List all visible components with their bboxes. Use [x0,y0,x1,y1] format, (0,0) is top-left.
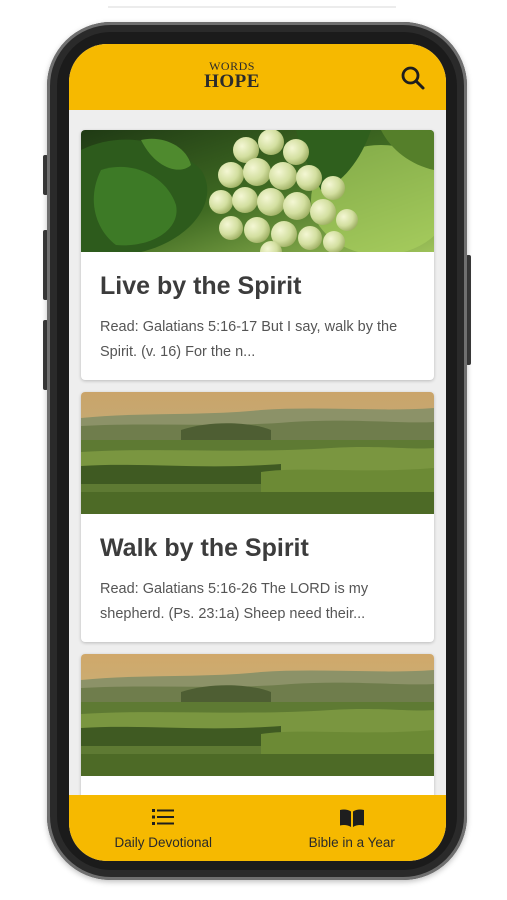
nav-label: Bible in a Year [308,835,395,850]
app-screen: WORDS HOPE Live by the Spirit Read: Gala… [69,44,446,861]
green-landscape-photo [81,392,434,514]
bottom-navigation: Daily Devotional Bible in a Year [69,795,446,861]
words-of-hope-logo[interactable]: WORDS HOPE [202,60,262,92]
devotional-card[interactable]: Live by the Spirit Read: Galatians 5:16-… [81,130,434,380]
devotional-card[interactable]: Walk by the Spirit Read: Galatians 5:16-… [81,392,434,642]
logo-bottom-text: HOPE [204,71,260,92]
nav-bible-in-a-year[interactable]: Bible in a Year [258,795,447,861]
list-icon [152,809,175,825]
search-button[interactable] [399,64,427,92]
grapes-vine-photo [81,130,434,252]
nav-label: Daily Devotional [114,835,213,850]
app-header: WORDS HOPE [69,44,446,110]
devotional-excerpt: Read: Galatians 5:16-17 But I say, walk … [100,319,398,360]
green-landscape-photo [81,654,434,776]
devotional-title[interactable]: Live by the Spirit [100,272,301,301]
devotional-title[interactable]: Walk by the Spirit [100,534,309,563]
search-icon [401,66,425,90]
top-divider [108,6,396,8]
nav-daily-devotional[interactable]: Daily Devotional [69,795,258,861]
devotional-excerpt: Read: Galatians 5:16-26 The LORD is my s… [100,581,369,622]
book-icon [339,809,364,827]
